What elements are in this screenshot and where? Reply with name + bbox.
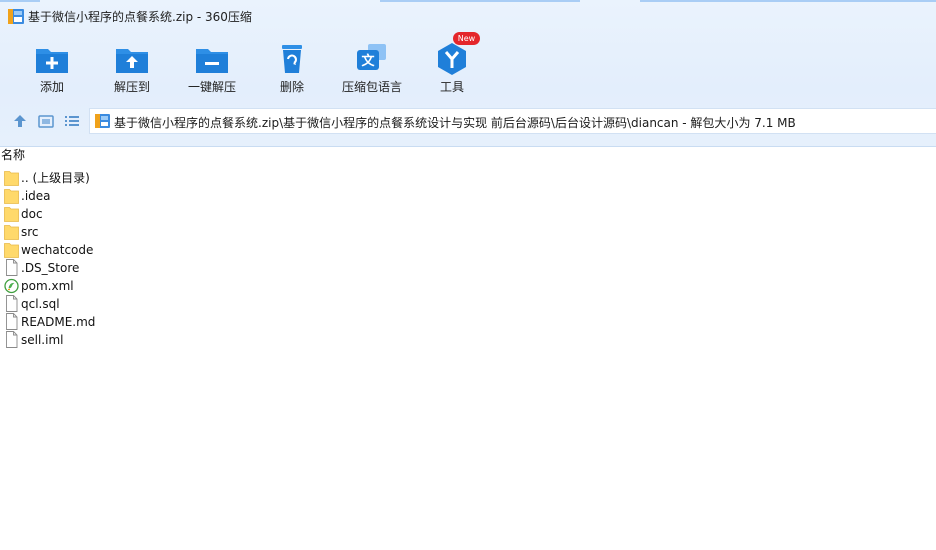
folder-icon <box>4 205 19 222</box>
one-click-extract-button[interactable]: 一键解压 <box>174 40 250 100</box>
one-click-extract-icon <box>196 49 228 73</box>
add-label: 添加 <box>39 80 64 94</box>
column-header-name[interactable]: 名称 <box>1 147 25 163</box>
thumbnail-view-icon <box>38 115 54 128</box>
file-name: README.md <box>21 315 96 329</box>
svg-text:文: 文 <box>361 53 375 69</box>
new-badge: New <box>453 32 480 45</box>
delete-button[interactable]: 删除 <box>254 40 330 100</box>
file-name: .DS_Store <box>21 261 80 275</box>
file-name: src <box>21 225 39 239</box>
archive-language-label: 压缩包语言 <box>341 80 402 94</box>
file-name: doc <box>21 207 43 221</box>
up-button[interactable] <box>11 112 29 130</box>
up-arrow-icon <box>14 115 26 127</box>
delete-icon <box>282 45 302 73</box>
file-list-item[interactable]: pom.xml <box>4 277 244 295</box>
folder-icon <box>4 187 19 204</box>
archive-language-icon: 文 <box>357 44 386 70</box>
file-list-item[interactable]: sell.iml <box>4 331 244 349</box>
archive-app-icon <box>8 9 24 24</box>
archive-language-button[interactable]: 文 压缩包语言 <box>334 40 410 100</box>
file-list-item[interactable]: README.md <box>4 313 244 331</box>
folder-icon <box>4 241 19 258</box>
file-icon <box>4 313 19 330</box>
file-list-item[interactable]: doc <box>4 205 244 223</box>
title-bar[interactable]: 基于微信小程序的点餐系统.zip - 360压缩 <box>0 0 936 34</box>
file-list-item[interactable]: wechatcode <box>4 241 244 259</box>
file-list-item[interactable]: .DS_Store <box>4 259 244 277</box>
header-area: 基于微信小程序的点餐系统.zip - 360压缩 添加 解压到 一键解压 删除 … <box>0 0 936 147</box>
one-click-extract-label: 一键解压 <box>187 80 236 94</box>
window-title: 基于微信小程序的点餐系统.zip - 360压缩 <box>28 10 252 24</box>
folder-icon <box>4 169 19 186</box>
file-icon <box>4 259 19 276</box>
app-window: 基于微信小程序的点餐系统.zip - 360压缩 添加 解压到 一键解压 删除 … <box>0 0 936 550</box>
xml-file-icon <box>4 277 19 294</box>
tools-label: 工具 <box>439 80 464 94</box>
list-view-icon <box>65 116 79 126</box>
folder-icon <box>4 223 19 240</box>
file-list-item[interactable]: src <box>4 223 244 241</box>
tools-icon <box>438 43 466 75</box>
file-list-item[interactable]: .idea <box>4 187 244 205</box>
extract-to-button[interactable]: 解压到 <box>94 40 170 100</box>
file-name: qcl.sql <box>21 297 60 311</box>
thumbnail-view-button[interactable] <box>37 112 55 130</box>
address-path: 基于微信小程序的点餐系统.zip\基于微信小程序的点餐系统设计与实现 前后台源码… <box>114 116 796 130</box>
add-button[interactable]: 添加 <box>14 40 90 100</box>
file-icon <box>4 295 19 312</box>
tools-button[interactable]: 工具 <box>414 40 490 100</box>
address-bar[interactable]: 基于微信小程序的点餐系统.zip\基于微信小程序的点餐系统设计与实现 前后台源码… <box>89 108 936 134</box>
add-icon <box>36 49 68 73</box>
file-list-item[interactable]: .. (上级目录) <box>4 169 244 187</box>
file-list-item[interactable]: qcl.sql <box>4 295 244 313</box>
delete-label: 删除 <box>279 80 304 94</box>
archive-icon <box>95 114 110 128</box>
extract-to-label: 解压到 <box>113 80 150 94</box>
extract-to-icon <box>116 49 148 73</box>
file-name: wechatcode <box>21 243 94 257</box>
file-icon <box>4 331 19 348</box>
file-name: pom.xml <box>21 279 74 293</box>
list-view-button[interactable] <box>63 112 81 130</box>
file-name: .. (上级目录) <box>21 171 90 185</box>
file-name: sell.iml <box>21 333 64 347</box>
file-list[interactable]: 名称 .. (上级目录) .idea doc src wechatcode .DS_Sto… <box>0 147 936 550</box>
file-name: .idea <box>21 189 51 203</box>
